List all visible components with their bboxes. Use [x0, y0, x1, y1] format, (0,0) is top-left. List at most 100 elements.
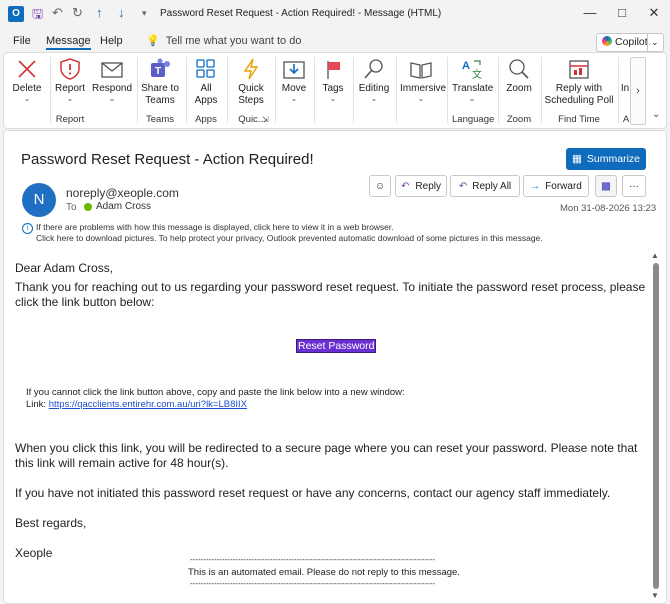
tags-button[interactable]: Tags ⌄	[318, 55, 348, 107]
smiley-icon: ☺	[374, 181, 386, 192]
immersive-button[interactable]: Immersive ⌄	[400, 55, 446, 107]
move-button[interactable]: Move ⌄	[278, 55, 310, 107]
insights-button[interactable]: In	[620, 55, 630, 107]
next-item-icon[interactable]: ↓	[118, 5, 125, 20]
concern-paragraph: If you have not initiated this password …	[15, 486, 611, 500]
group-separator	[50, 57, 51, 123]
forward-label: Forward	[545, 181, 582, 192]
avatar[interactable]: N	[22, 183, 56, 217]
dialog-launcher-icon[interactable]: ⇲	[262, 115, 269, 124]
message-date: Mon 31-08-2026 13:23	[560, 203, 657, 214]
close-button[interactable]: ✕	[644, 4, 664, 22]
chevron-down-icon: ⌄	[329, 94, 337, 103]
maximize-button[interactable]: □	[612, 4, 632, 22]
translate-button[interactable]: A文 Translate ⌄	[452, 55, 493, 107]
group-label-apps: Apps	[195, 114, 217, 125]
svg-text:A: A	[462, 60, 470, 72]
copilot-summarize-icon: ▦	[571, 153, 582, 165]
quick-steps-label: Quick Steps	[238, 83, 264, 106]
reply-label: Reply	[415, 181, 441, 192]
save-icon[interactable]: 🖫	[32, 5, 43, 27]
more-actions-button[interactable]: ···	[622, 175, 646, 197]
respond-button[interactable]: Respond ⌄	[92, 55, 132, 107]
share-to-teams-label: Share to Teams	[141, 83, 179, 106]
all-apps-label: All Apps	[194, 83, 218, 106]
info-line-download-pictures[interactable]: Click here to download pictures. To help…	[36, 233, 622, 244]
reply-button[interactable]: ↶ Reply	[395, 175, 447, 197]
editing-button[interactable]: Editing ⌄	[356, 55, 392, 107]
undo-icon[interactable]: ↶	[52, 5, 63, 21]
forward-icon: →	[530, 181, 541, 192]
reading-pane: Password Reset Request - Action Required…	[3, 130, 667, 604]
ribbon: Delete ⌄ Report ⌄ Report Respond ⌄ T Sha…	[3, 52, 667, 129]
chevron-down-icon: ⌄	[417, 94, 425, 103]
share-to-teams-button[interactable]: T Share to Teams	[140, 55, 180, 107]
scroll-up-icon[interactable]: ▲	[651, 251, 659, 260]
vertical-scrollbar[interactable]: ▲ ▼	[650, 249, 662, 601]
reply-icon: ↶	[401, 181, 410, 192]
fallback-text: If you cannot click the link button abov…	[26, 387, 405, 398]
report-button[interactable]: Report ⌄	[52, 55, 88, 107]
tell-me-search[interactable]: 💡 Tell me what you want to do	[146, 34, 301, 47]
scroll-down-icon[interactable]: ▼	[651, 591, 659, 600]
info-bar[interactable]: i If there are problems with how this me…	[22, 222, 622, 244]
copilot-button[interactable]: Copilot ⌄	[596, 33, 664, 52]
quick-steps-button[interactable]: Quick Steps	[232, 55, 270, 107]
info-line-view-in-browser[interactable]: If there are problems with how this mess…	[36, 222, 622, 233]
scrollbar-thumb[interactable]	[653, 263, 659, 589]
fallback-block: If you cannot click the link button abov…	[26, 387, 405, 411]
report-shield-icon	[60, 58, 80, 80]
summarize-label: Summarize	[586, 153, 641, 165]
move-folder-icon	[283, 61, 305, 79]
summarize-button[interactable]: ▦ Summarize	[566, 148, 646, 170]
previous-item-icon[interactable]: ↑	[96, 5, 103, 20]
footer-divider-top: ----------------------------------------…	[190, 555, 436, 564]
footer-divider-bottom: ----------------------------------------…	[190, 579, 436, 588]
menu-message[interactable]: Message	[46, 35, 91, 50]
collapse-ribbon-icon[interactable]: ⌄	[652, 109, 660, 120]
reply-with-scheduling-poll-button[interactable]: Reply with Scheduling Poll	[544, 55, 614, 107]
reply-all-icon: ↶	[458, 181, 468, 192]
group-separator	[541, 57, 542, 123]
teams-icon: T	[151, 58, 170, 77]
group-separator	[275, 57, 276, 123]
flag-icon	[327, 61, 340, 79]
greeting: Dear Adam Cross,	[15, 261, 114, 275]
chevron-down-icon[interactable]: ⌄	[651, 34, 659, 51]
chevron-down-icon: ⌄	[23, 94, 31, 103]
group-separator	[137, 57, 138, 123]
link-label: Link:	[26, 399, 47, 410]
reset-password-button[interactable]: Reset Password	[296, 339, 377, 353]
group-separator	[498, 57, 499, 123]
emoji-reaction-button[interactable]: ☺	[369, 175, 391, 197]
recipient-name[interactable]: Adam Cross	[96, 201, 151, 212]
reply-all-label: Reply All	[472, 181, 512, 192]
lightning-icon	[243, 58, 259, 80]
group-label-find-time: Find Time	[558, 114, 600, 125]
reply-all-button[interactable]: ↶ Reply All	[450, 175, 520, 197]
group-separator	[396, 57, 397, 123]
group-separator	[353, 57, 354, 123]
delete-button[interactable]: Delete ⌄	[8, 55, 46, 107]
reset-link[interactable]: https://qacclients.entirehr.com.au/uri?l…	[49, 399, 247, 410]
teams-icon: ▩	[601, 181, 611, 192]
menu-help[interactable]: Help	[100, 35, 123, 47]
redo-icon[interactable]: ↻	[72, 5, 83, 21]
insights-icon	[620, 55, 630, 83]
group-label-zoom: Zoom	[506, 114, 532, 125]
menu-file[interactable]: File	[13, 35, 31, 47]
intro-paragraph: Thank you for reaching out to us regardi…	[15, 280, 646, 309]
message-subject: Password Reset Request - Action Required…	[21, 151, 314, 168]
to-label: To	[66, 202, 77, 213]
forward-button[interactable]: → Forward	[523, 175, 589, 197]
all-apps-button[interactable]: All Apps	[190, 55, 222, 107]
menu-bar: File Message Help 💡 Tell me what you want…	[0, 30, 670, 52]
zoom-button[interactable]: Zoom	[502, 55, 536, 107]
sender-address[interactable]: noreply@xeople.com	[66, 186, 179, 200]
minimize-button[interactable]: —	[580, 4, 600, 22]
reply-with-scheduling-poll-label: Reply with Scheduling Poll	[544, 83, 614, 106]
customize-toolbar-icon[interactable]: ▾	[142, 8, 147, 19]
ribbon-scroll-right-button[interactable]: ›	[630, 57, 646, 125]
teams-chat-button[interactable]: ▩	[595, 175, 617, 197]
group-separator	[227, 57, 228, 123]
